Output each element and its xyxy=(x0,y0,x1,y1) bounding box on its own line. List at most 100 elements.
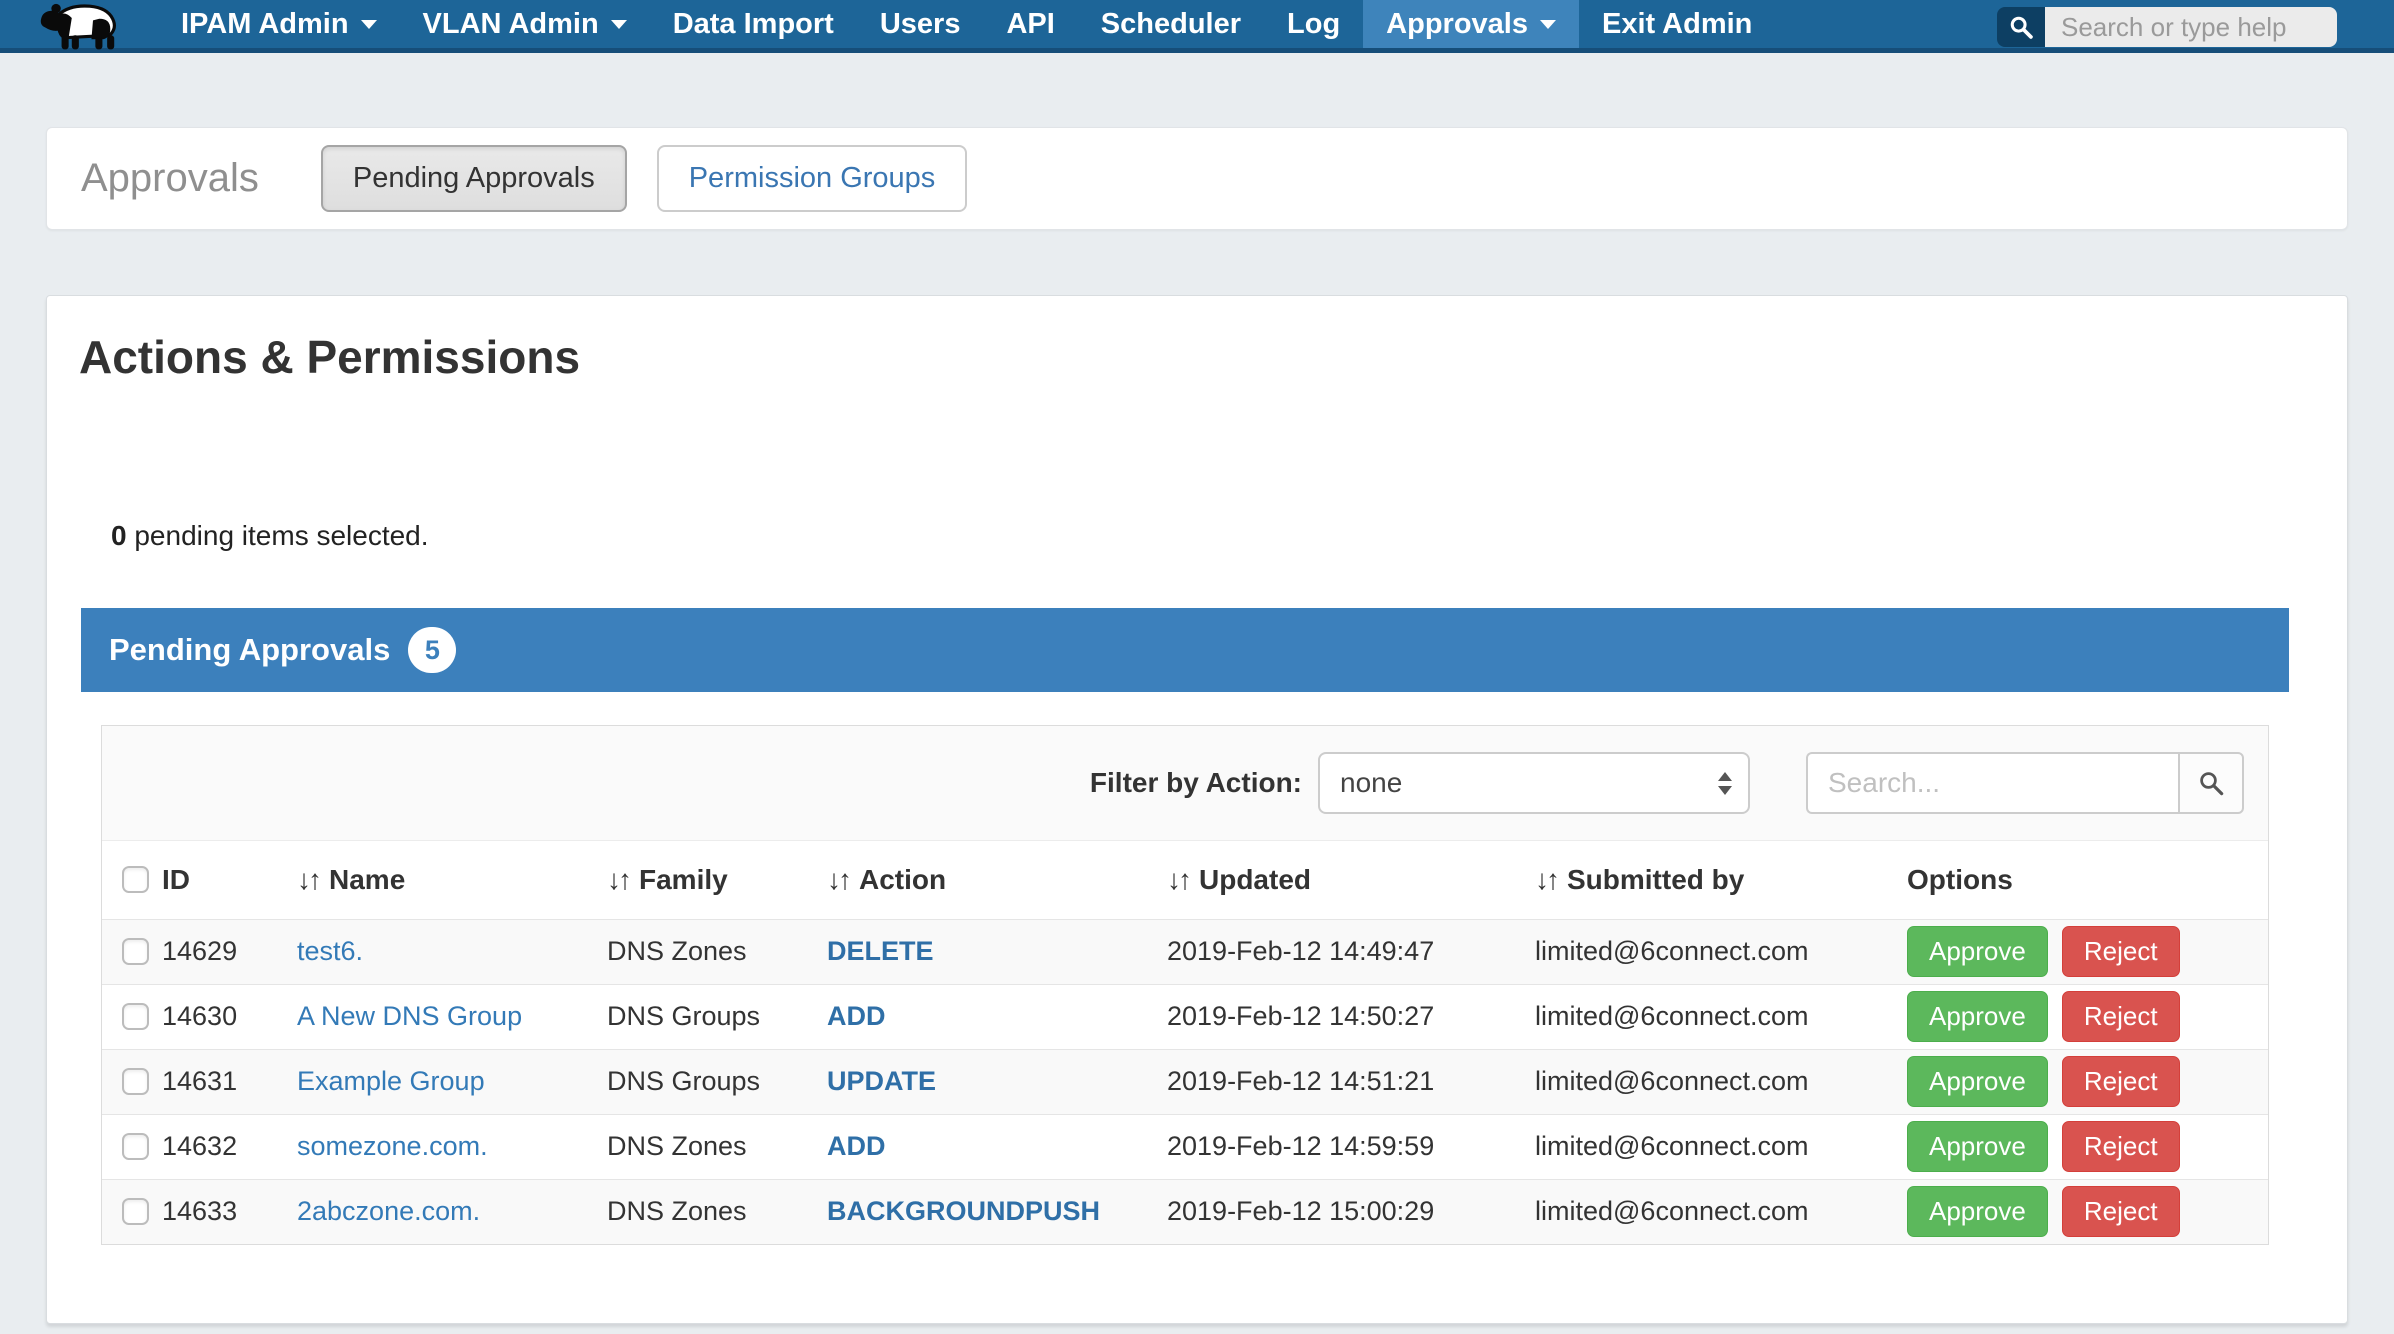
filter-action-select[interactable]: none xyxy=(1318,752,1750,814)
pending-approvals-table: ID ↓↑Name ↓↑Family ↓↑Action ↓↑Updated ↓↑… xyxy=(102,841,2268,1244)
row-name-link[interactable]: 2abczone.com. xyxy=(297,1196,480,1226)
approve-button[interactable]: Approve xyxy=(1907,1186,2048,1237)
nav-item-ipam-admin[interactable]: IPAM Admin xyxy=(158,0,400,48)
reject-button[interactable]: Reject xyxy=(2062,1121,2180,1172)
row-checkbox[interactable] xyxy=(122,1068,149,1095)
cell-updated: 2019-Feb-12 15:00:29 xyxy=(1167,1179,1535,1244)
row-checkbox[interactable] xyxy=(122,938,149,965)
nav-item-exit-admin[interactable]: Exit Admin xyxy=(1579,0,1775,48)
select-all-checkbox[interactable] xyxy=(122,866,149,893)
table-search-input[interactable] xyxy=(1806,752,2178,814)
table-search-button[interactable] xyxy=(2178,752,2244,814)
cell-submitted-by: limited@6connect.com xyxy=(1535,1049,1907,1114)
top-navbar: IPAM Admin VLAN Admin Data Import Users … xyxy=(0,0,2394,53)
sort-icon[interactable]: ↓↑ xyxy=(1167,864,1189,895)
cell-submitted-by: limited@6connect.com xyxy=(1535,984,1907,1049)
approve-button[interactable]: Approve xyxy=(1907,926,2048,977)
cell-id: 14629 xyxy=(162,919,297,984)
select-arrows-icon xyxy=(1718,772,1732,795)
cell-updated: 2019-Feb-12 14:51:21 xyxy=(1167,1049,1535,1114)
cell-submitted-by: limited@6connect.com xyxy=(1535,1179,1907,1244)
nav-item-scheduler[interactable]: Scheduler xyxy=(1078,0,1264,48)
global-search-input[interactable] xyxy=(2045,7,2337,47)
nav-label: Exit Admin xyxy=(1602,8,1752,41)
reject-button[interactable]: Reject xyxy=(2062,1186,2180,1237)
selected-count-line: 0 pending items selected. xyxy=(111,520,2347,552)
row-name-link[interactable]: A New DNS Group xyxy=(297,1001,522,1031)
table-row: 14633 2abczone.com. DNS Zones BACKGROUND… xyxy=(102,1179,2268,1244)
approve-button[interactable]: Approve xyxy=(1907,991,2048,1042)
selected-count: 0 xyxy=(111,520,127,551)
row-name-link[interactable]: test6. xyxy=(297,936,363,966)
reject-button[interactable]: Reject xyxy=(2062,926,2180,977)
pending-approvals-heading: Pending Approvals 5 xyxy=(81,608,2289,692)
row-action-link[interactable]: ADD xyxy=(827,1001,886,1031)
row-name-link[interactable]: somezone.com. xyxy=(297,1131,488,1161)
page-title: Actions & Permissions xyxy=(47,296,2347,384)
pending-approvals-title: Pending Approvals xyxy=(109,632,390,668)
row-name-link[interactable]: Example Group xyxy=(297,1066,485,1096)
search-icon xyxy=(2196,768,2226,798)
tab-pending-approvals[interactable]: Pending Approvals xyxy=(321,145,627,212)
table-row: 14630 A New DNS Group DNS Groups ADD 201… xyxy=(102,984,2268,1049)
cell-id: 14632 xyxy=(162,1114,297,1179)
cell-submitted-by: limited@6connect.com xyxy=(1535,1114,1907,1179)
filter-row: Filter by Action: none xyxy=(102,726,2268,841)
row-checkbox[interactable] xyxy=(122,1003,149,1030)
cell-submitted-by: limited@6connect.com xyxy=(1535,919,1907,984)
approve-button[interactable]: Approve xyxy=(1907,1121,2048,1172)
caret-down-icon xyxy=(1540,20,1556,29)
column-header-updated[interactable]: ↓↑Updated xyxy=(1167,841,1535,919)
tab-permission-groups[interactable]: Permission Groups xyxy=(657,145,968,212)
nav-label: IPAM Admin xyxy=(181,8,349,41)
nav-label: Users xyxy=(880,8,961,41)
column-header-submitted-by[interactable]: ↓↑Submitted by xyxy=(1535,841,1907,919)
table-row: 14632 somezone.com. DNS Zones ADD 2019-F… xyxy=(102,1114,2268,1179)
column-header-family[interactable]: ↓↑Family xyxy=(607,841,827,919)
nav-label: Log xyxy=(1287,8,1340,41)
sort-icon[interactable]: ↓↑ xyxy=(607,864,629,895)
cell-family: DNS Zones xyxy=(607,1179,827,1244)
sort-icon[interactable]: ↓↑ xyxy=(297,864,319,895)
sort-icon[interactable]: ↓↑ xyxy=(1535,864,1557,895)
table-search xyxy=(1806,752,2244,814)
cell-updated: 2019-Feb-12 14:49:47 xyxy=(1167,919,1535,984)
nav-item-log[interactable]: Log xyxy=(1264,0,1363,48)
cell-family: DNS Groups xyxy=(607,984,827,1049)
cell-updated: 2019-Feb-12 14:50:27 xyxy=(1167,984,1535,1049)
row-action-link[interactable]: DELETE xyxy=(827,936,934,966)
nav-item-api[interactable]: API xyxy=(983,0,1077,48)
reject-button[interactable]: Reject xyxy=(2062,1056,2180,1107)
nav-label: VLAN Admin xyxy=(423,8,599,41)
column-header-options: Options xyxy=(1907,841,2268,919)
column-header-id: ID xyxy=(162,841,297,919)
global-search-button[interactable] xyxy=(1997,7,2045,47)
table-row: 14629 test6. DNS Zones DELETE 2019-Feb-1… xyxy=(102,919,2268,984)
6connect-mascot-logo-icon xyxy=(34,0,130,51)
row-checkbox[interactable] xyxy=(122,1198,149,1225)
approvals-table-container: Filter by Action: none ID xyxy=(101,725,2269,1245)
sort-icon[interactable]: ↓↑ xyxy=(827,864,849,895)
cell-family: DNS Zones xyxy=(607,919,827,984)
nav-item-data-import[interactable]: Data Import xyxy=(650,0,857,48)
main-menu: IPAM Admin VLAN Admin Data Import Users … xyxy=(158,0,1775,48)
row-action-link[interactable]: BACKGROUNDPUSH xyxy=(827,1196,1100,1226)
row-checkbox[interactable] xyxy=(122,1133,149,1160)
cell-id: 14631 xyxy=(162,1049,297,1114)
nav-item-approvals[interactable]: Approvals xyxy=(1363,0,1579,48)
column-header-name[interactable]: ↓↑Name xyxy=(297,841,607,919)
pending-count-badge: 5 xyxy=(408,627,456,673)
caret-down-icon xyxy=(611,20,627,29)
column-header-action[interactable]: ↓↑Action xyxy=(827,841,1167,919)
caret-down-icon xyxy=(361,20,377,29)
row-action-link[interactable]: ADD xyxy=(827,1131,886,1161)
nav-label: Scheduler xyxy=(1101,8,1241,41)
reject-button[interactable]: Reject xyxy=(2062,991,2180,1042)
actions-permissions-panel: Actions & Permissions 0 pending items se… xyxy=(46,295,2348,1324)
nav-item-vlan-admin[interactable]: VLAN Admin xyxy=(400,0,650,48)
approve-button[interactable]: Approve xyxy=(1907,1056,2048,1107)
table-row: 14631 Example Group DNS Groups UPDATE 20… xyxy=(102,1049,2268,1114)
section-title: Approvals xyxy=(81,156,259,201)
nav-item-users[interactable]: Users xyxy=(857,0,984,48)
row-action-link[interactable]: UPDATE xyxy=(827,1066,936,1096)
